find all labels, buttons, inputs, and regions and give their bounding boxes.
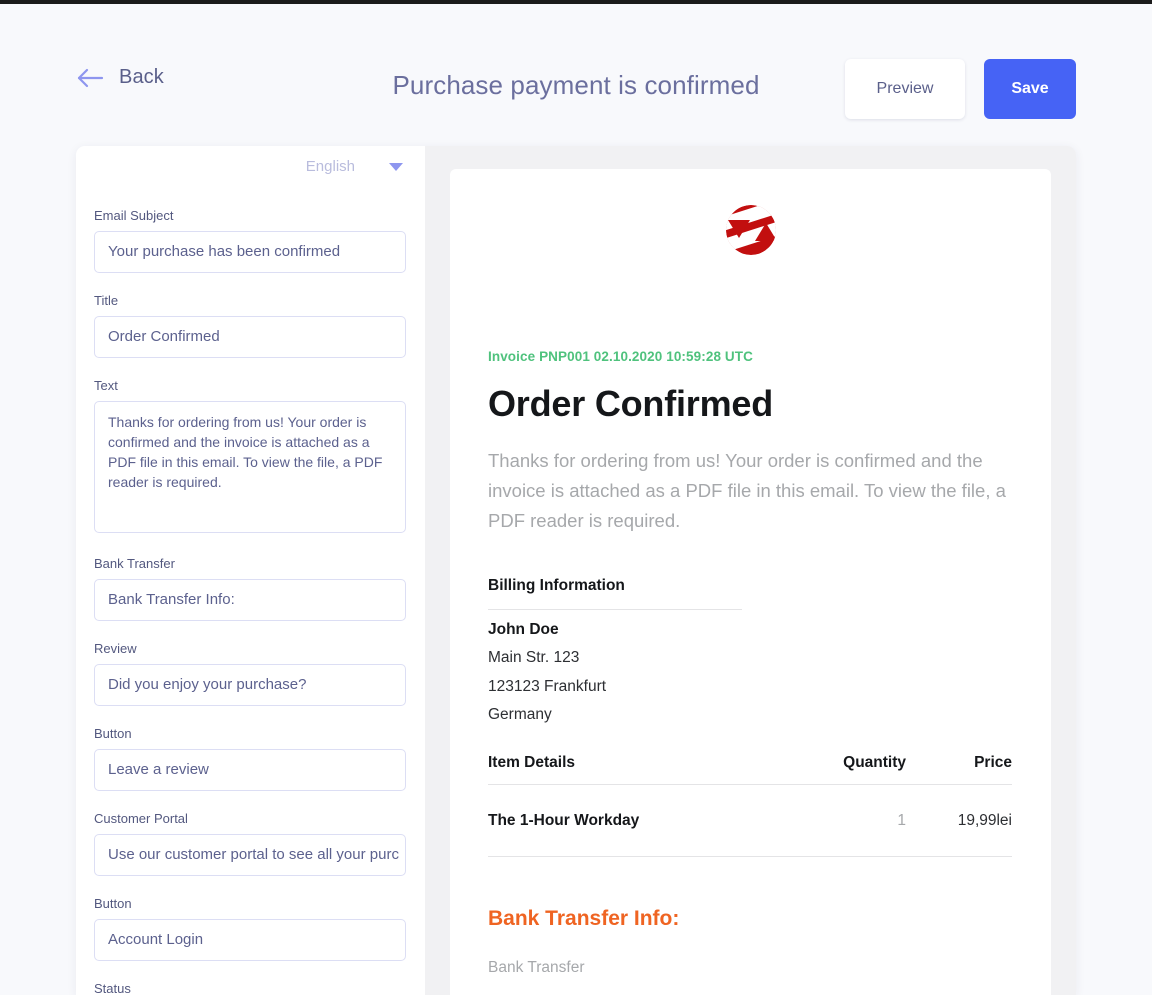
column-header-quantity: Quantity [783,753,907,785]
billing-street: Main Str. 123 [488,649,580,667]
field-input[interactable]: Bank Transfer Info: [94,579,406,621]
field-label: Button [94,726,132,741]
column-header-item: Item Details [488,753,784,785]
cell-item: The 1-Hour Workday [488,784,784,857]
bank-transfer-heading: Bank Transfer Info: [488,906,680,930]
form-field-3: Bank Transfer Bank Transfer Info: [94,556,406,621]
field-input[interactable]: Account Login [94,919,406,961]
field-input[interactable]: Use our customer portal to see all your … [94,834,406,876]
table-row: The 1-Hour Workday 1 19,99lei [488,784,1012,857]
form-field-5: Button Leave a review [94,726,406,791]
page-header: Back Purchase payment is confirmed Previ… [0,4,1152,148]
header-actions: Preview Save [845,59,1076,119]
email-card: Invoice PNP001 02.10.2020 10:59:28 UTC O… [450,169,1051,995]
field-textarea[interactable]: Thanks for ordering from us! Your order … [94,401,406,533]
form-field-2: Text Thanks for ordering from us! Your or… [94,378,406,533]
cell-price: 19,99lei [906,784,1012,857]
field-label: Bank Transfer [94,556,175,571]
billing-city: 123123 Frankfurt [488,677,607,695]
invoice-line: Invoice PNP001 02.10.2020 10:59:28 UTC [488,349,753,364]
field-label: Title [94,293,119,308]
language-select[interactable]: English [306,158,403,175]
form-field-8: Status [94,981,406,995]
field-label: Button [94,896,132,911]
field-label: Customer Portal [94,811,188,826]
email-intro-text: Thanks for ordering from us! Your order … [488,450,1006,532]
bank-transfer-body: Bank Transfer [488,958,585,976]
cell-quantity: 1 [783,784,907,857]
company-logo-icon [725,205,776,255]
table-header-row: Item Details Quantity Price [488,753,1012,785]
template-form-panel: English Email Subject Your purchase has b… [76,146,425,995]
billing-name: John Doe [488,621,559,639]
field-label: Review [94,641,137,656]
form-field-0: Email Subject Your purchase has been conf… [94,208,406,273]
email-body: Invoice PNP001 02.10.2020 10:59:28 UTC O… [488,349,1012,980]
preview-button[interactable]: Preview [845,59,965,119]
billing-heading: Billing Information [488,577,625,595]
form-field-4: Review Did you enjoy your purchase? [94,641,406,706]
field-label: Text [94,378,118,393]
email-logo [450,201,1051,259]
field-input[interactable]: Order Confirmed [94,316,406,358]
field-input[interactable]: Your purchase has been confirmed [94,231,406,273]
column-header-price: Price [906,753,1012,785]
form-field-6: Customer Portal Use our customer portal t… [94,811,406,876]
email-preview-panel: Invoice PNP001 02.10.2020 10:59:28 UTC O… [425,146,1076,995]
editor-panels: English Email Subject Your purchase has b… [76,146,1076,995]
items-table-body: The 1-Hour Workday 1 19,99lei [488,784,1012,857]
field-label: Status [94,981,131,995]
form-field-1: Title Order Confirmed [94,293,406,358]
language-select-value: English [305,158,355,175]
billing-country: Germany [488,705,552,723]
email-heading: Order Confirmed [488,383,774,424]
field-input[interactable]: Leave a review [94,749,406,791]
chevron-down-icon [389,162,403,171]
form-field-7: Button Account Login [94,896,406,961]
field-label: Email Subject [94,208,174,223]
save-button[interactable]: Save [984,59,1076,119]
field-input[interactable]: Did you enjoy your purchase? [94,664,406,706]
items-table: Item Details Quantity Price The 1-Hour W… [488,753,1012,857]
billing-divider [488,609,742,611]
